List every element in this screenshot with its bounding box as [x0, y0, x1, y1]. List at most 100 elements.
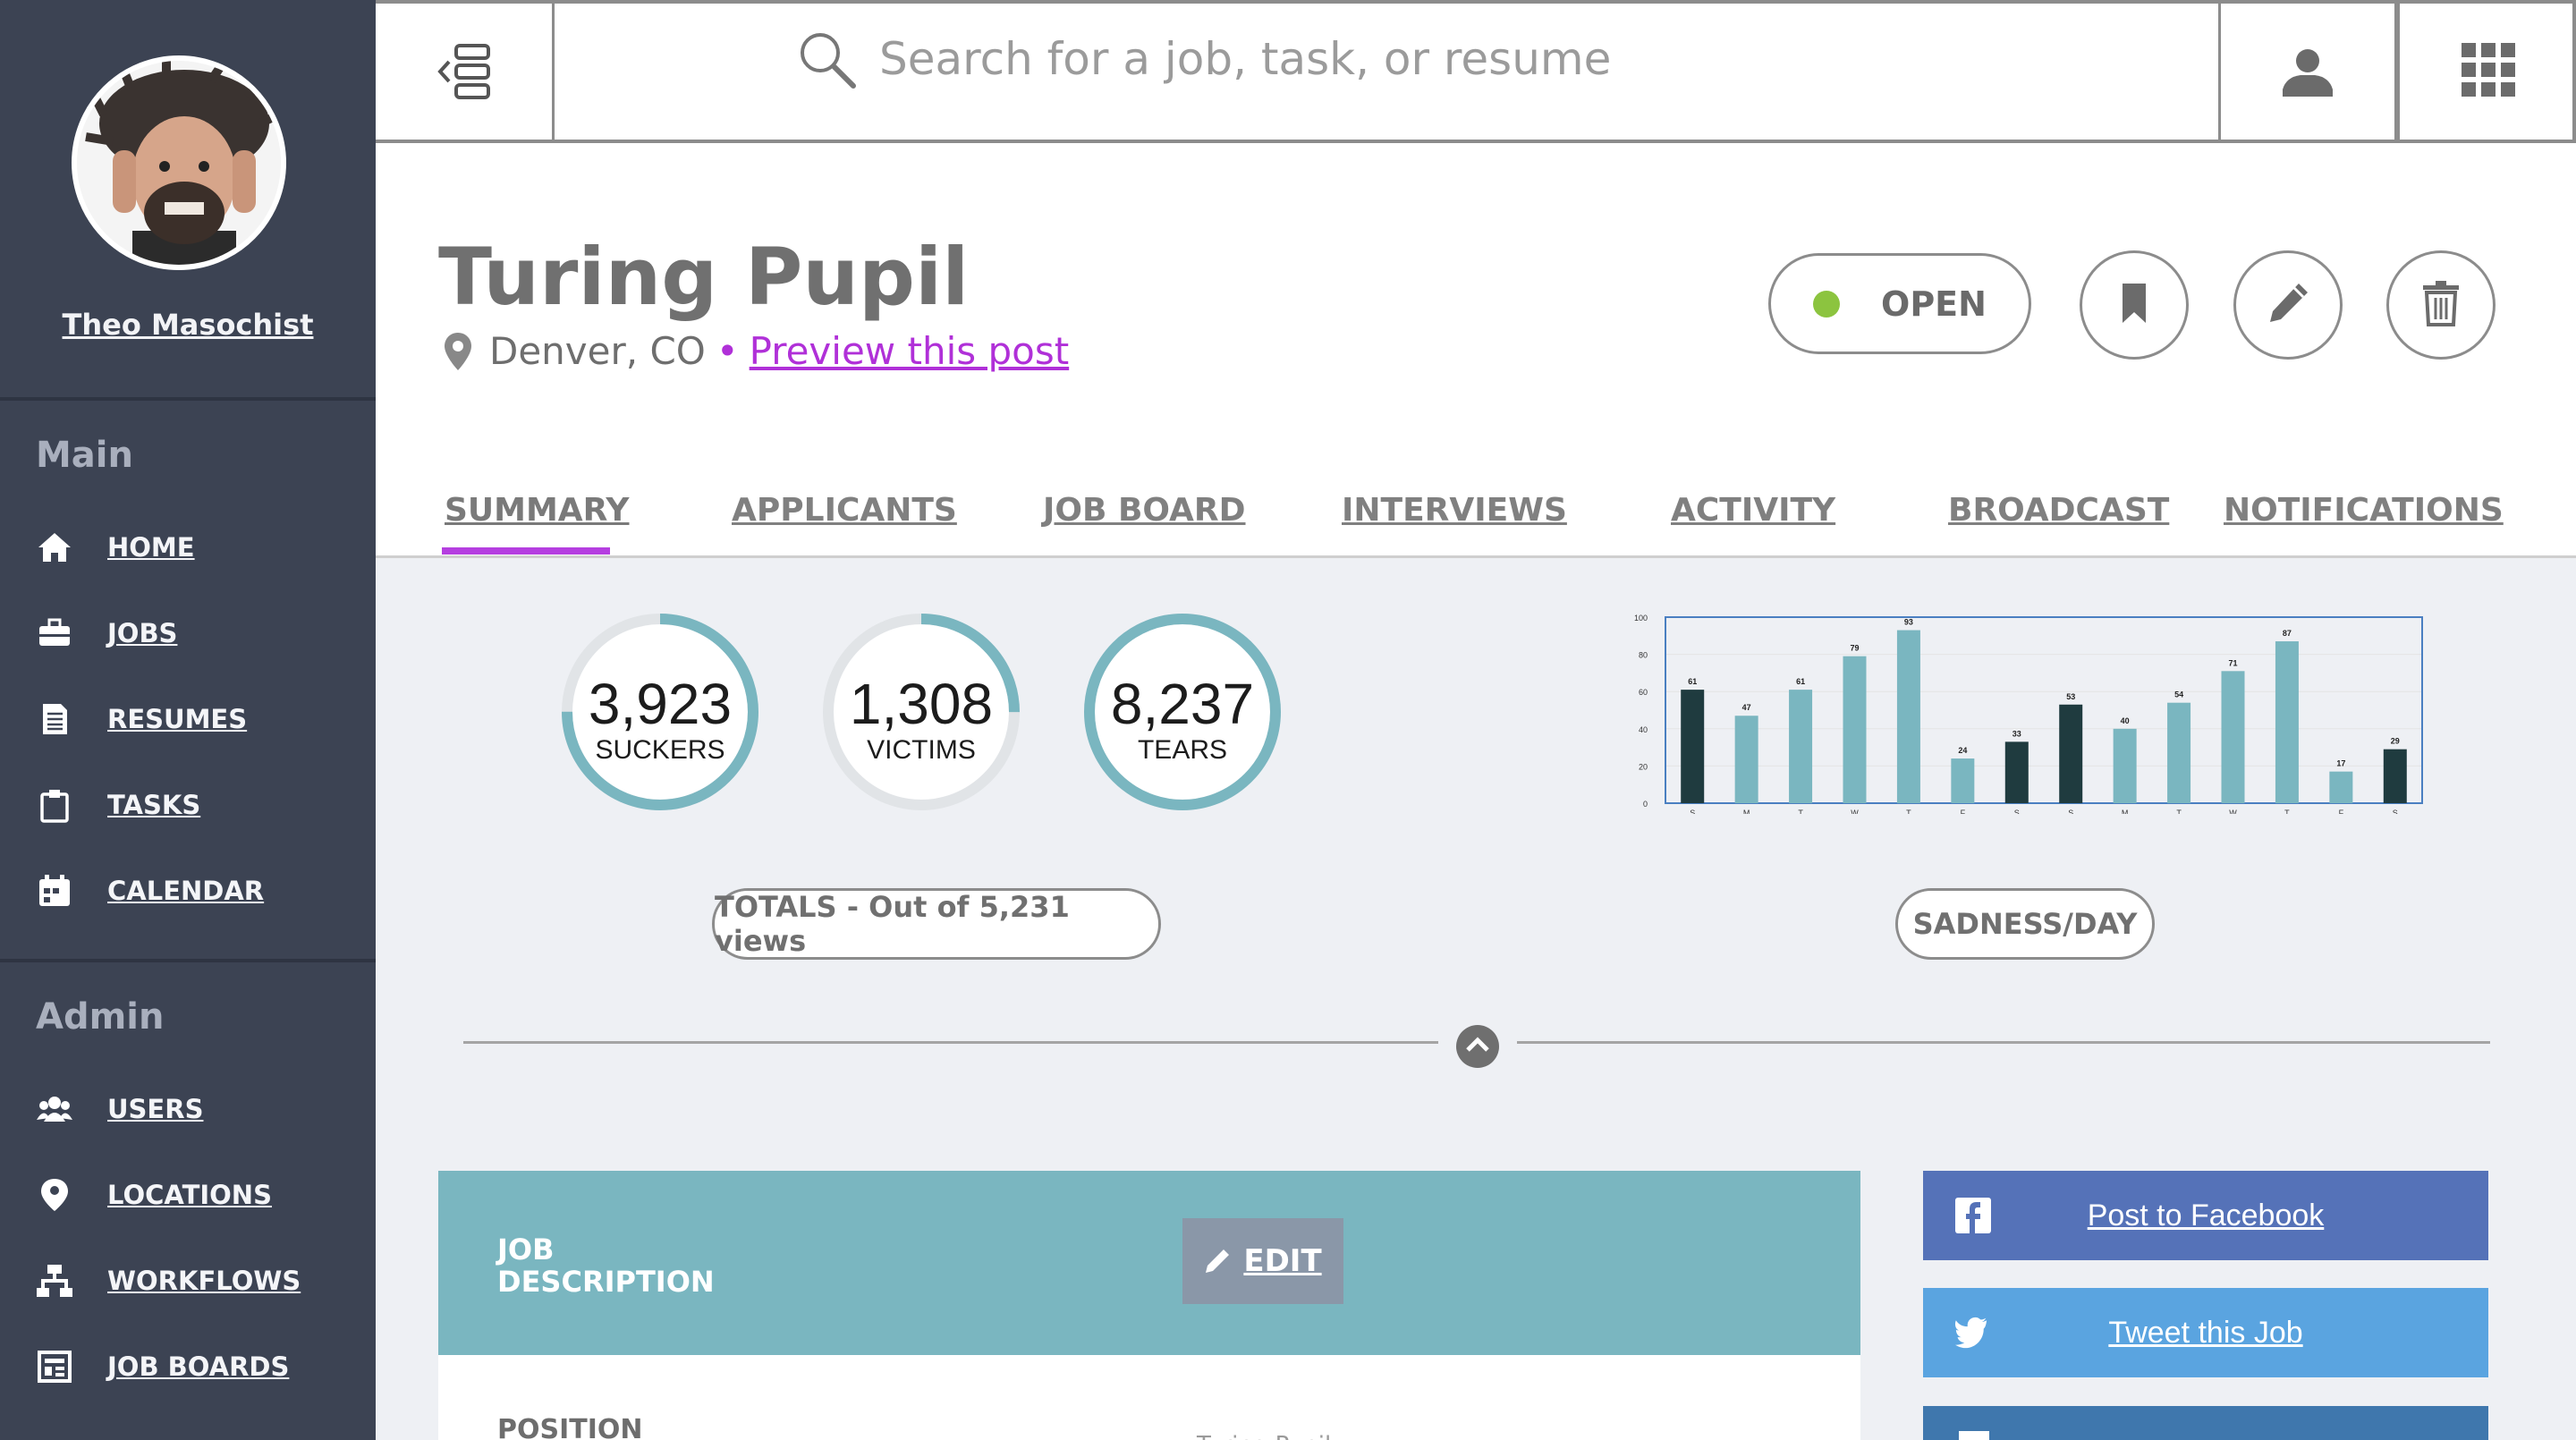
sidebar-item-users[interactable]: USERS — [36, 1088, 358, 1131]
user-icon — [2279, 43, 2336, 104]
x-tick-label: M — [2122, 809, 2129, 814]
plot-frame — [1665, 616, 2423, 804]
bar — [2221, 671, 2245, 803]
x-tick-label: T — [1906, 809, 1911, 814]
sidebar-item-job-boards[interactable]: JOB BOARDS — [36, 1345, 358, 1388]
x-tick-label: S — [2068, 809, 2073, 814]
share-label: Post to Facebook — [2087, 1198, 2325, 1232]
divider-line — [1517, 1041, 2490, 1044]
username-link[interactable]: Theo Masochist — [0, 308, 376, 342]
bar-value-label: 53 — [2066, 692, 2075, 701]
x-tick-label: S — [1690, 809, 1695, 814]
sidebar-divider — [0, 959, 376, 962]
share-button-linkedin[interactable] — [1923, 1406, 2488, 1440]
job-description-heading: JOB DESCRIPTION — [497, 1232, 715, 1299]
preview-post-link[interactable]: Preview this post — [750, 329, 1070, 373]
twitter-icon — [1955, 1315, 1991, 1351]
sidebar-item-locations[interactable]: LOCATIONS — [36, 1173, 358, 1216]
board-icon — [36, 1348, 73, 1385]
page-title: Turing Pupil — [438, 231, 970, 323]
search-icon — [796, 29, 859, 95]
bar — [2275, 641, 2299, 803]
x-tick-label: F — [1961, 809, 1966, 814]
bar — [1896, 630, 1920, 803]
bar — [1843, 656, 1867, 803]
job-status-button[interactable]: OPEN — [1768, 253, 2031, 354]
tab-activity[interactable]: ACTIVITY — [1671, 492, 1835, 529]
bar — [2113, 728, 2137, 803]
chart-label-pill: SADNESS/DAY — [1895, 888, 2155, 960]
status-label: OPEN — [1881, 284, 1987, 324]
document-icon — [36, 700, 73, 738]
sidebar-heading-admin: Admin — [36, 996, 165, 1038]
x-tick-label: S — [2014, 809, 2020, 814]
sidebar-item-label: JOBS — [107, 618, 178, 648]
sidebar-item-workflows[interactable]: WORKFLOWS — [36, 1259, 358, 1302]
location-pin-icon — [443, 332, 473, 371]
sidebar-item-label: RESUMES — [107, 704, 248, 734]
tab-applicants[interactable]: APPLICANTS — [732, 492, 957, 529]
delete-job-button[interactable] — [2386, 250, 2496, 360]
grid-icon — [2461, 43, 2515, 100]
avatar[interactable] — [72, 55, 286, 270]
trash-icon — [2421, 280, 2461, 330]
sidebar-item-label: JOB BOARDS — [107, 1351, 290, 1382]
workflow-icon — [36, 1262, 73, 1300]
x-tick-label: W — [1851, 809, 1859, 814]
collapse-summary-button[interactable] — [1456, 1025, 1499, 1068]
tab-job-board[interactable]: JOB BOARD — [1043, 492, 1246, 529]
apps-grid-button[interactable] — [2397, 4, 2576, 143]
position-value: Turing Pupil — [1197, 1432, 1331, 1440]
tab-notifications[interactable]: NOTIFICATIONS — [2224, 492, 2504, 529]
y-tick-label: 40 — [1639, 725, 1648, 734]
tab-interviews[interactable]: INTERVIEWS — [1342, 492, 1567, 529]
profile-button[interactable] — [2218, 4, 2397, 143]
bar-value-label: 17 — [2336, 759, 2345, 768]
location-pin-icon — [36, 1176, 73, 1214]
sadness-chart: 0 20 40 60 80 100 61 S 47 M 61 T 79 W 93 T 24 F 33 S 53 S 40 M 5… — [1610, 608, 2451, 817]
bar — [2167, 702, 2191, 803]
sidebar-item-resumes[interactable]: RESUMES — [36, 698, 358, 741]
bar-chart: 0 20 40 60 80 100 61 S 47 M 61 T 79 W 93 T 24 F 33 S 53 S 40 M 5… — [1634, 614, 2423, 817]
sidebar-item-calendar[interactable]: CALENDAR — [36, 869, 358, 912]
bar-value-label: 79 — [1850, 644, 1859, 653]
sidebar-item-tasks[interactable]: TASKS — [36, 784, 358, 826]
edit-description-button[interactable]: EDIT — [1182, 1218, 1343, 1304]
sidebar-item-label: WORKFLOWS — [107, 1266, 301, 1296]
stat-label: TEARS — [1137, 735, 1228, 765]
tab-broadcast[interactable]: BROADCAST — [1948, 492, 2169, 529]
search-bar[interactable]: Search for a job, task, or resume — [555, 4, 2220, 143]
separator-dot: • — [716, 329, 739, 373]
edit-label: EDIT — [1243, 1243, 1322, 1279]
job-location: Denver, CO — [489, 329, 706, 373]
active-tab-indicator — [442, 547, 610, 555]
search-input[interactable]: Search for a job, task, or resume — [879, 32, 1611, 86]
collapse-menu-icon — [433, 42, 496, 105]
pencil-icon — [1204, 1248, 1231, 1275]
sidebar-item-home[interactable]: HOME — [36, 526, 358, 569]
pencil-icon — [2265, 280, 2311, 330]
sidebar-item-label: TASKS — [107, 790, 201, 820]
bookmark-button[interactable] — [2080, 250, 2189, 360]
sidebar-item-label: HOME — [107, 532, 195, 563]
share-icon — [1959, 1431, 1989, 1440]
tweet-job-button[interactable]: Tweet this Job — [1923, 1288, 2488, 1377]
stat-suckers: 3,923 SUCKERS — [560, 612, 760, 812]
x-tick-label: T — [2284, 809, 2290, 814]
bar-value-label: 54 — [2174, 690, 2183, 699]
share-label: Tweet this Job — [2108, 1315, 2303, 1350]
post-to-facebook-button[interactable]: Post to Facebook — [1923, 1171, 2488, 1260]
y-tick-label: 80 — [1639, 651, 1648, 660]
facebook-icon — [1955, 1198, 1991, 1233]
stat-victims: 1,308 VICTIMS — [821, 612, 1021, 812]
tab-summary[interactable]: SUMMARY — [445, 492, 630, 529]
x-tick-label: T — [2176, 809, 2182, 814]
stat-value: 8,237 — [1110, 672, 1255, 736]
totals-pill: TOTALS - Out of 5,231 views — [712, 888, 1161, 960]
menu-toggle-button[interactable] — [376, 4, 555, 143]
bar — [2059, 704, 2083, 803]
sidebar-item-jobs[interactable]: JOBS — [36, 612, 358, 655]
y-tick-label: 0 — [1643, 800, 1648, 809]
edit-job-button[interactable] — [2233, 250, 2343, 360]
bar — [2004, 741, 2029, 803]
